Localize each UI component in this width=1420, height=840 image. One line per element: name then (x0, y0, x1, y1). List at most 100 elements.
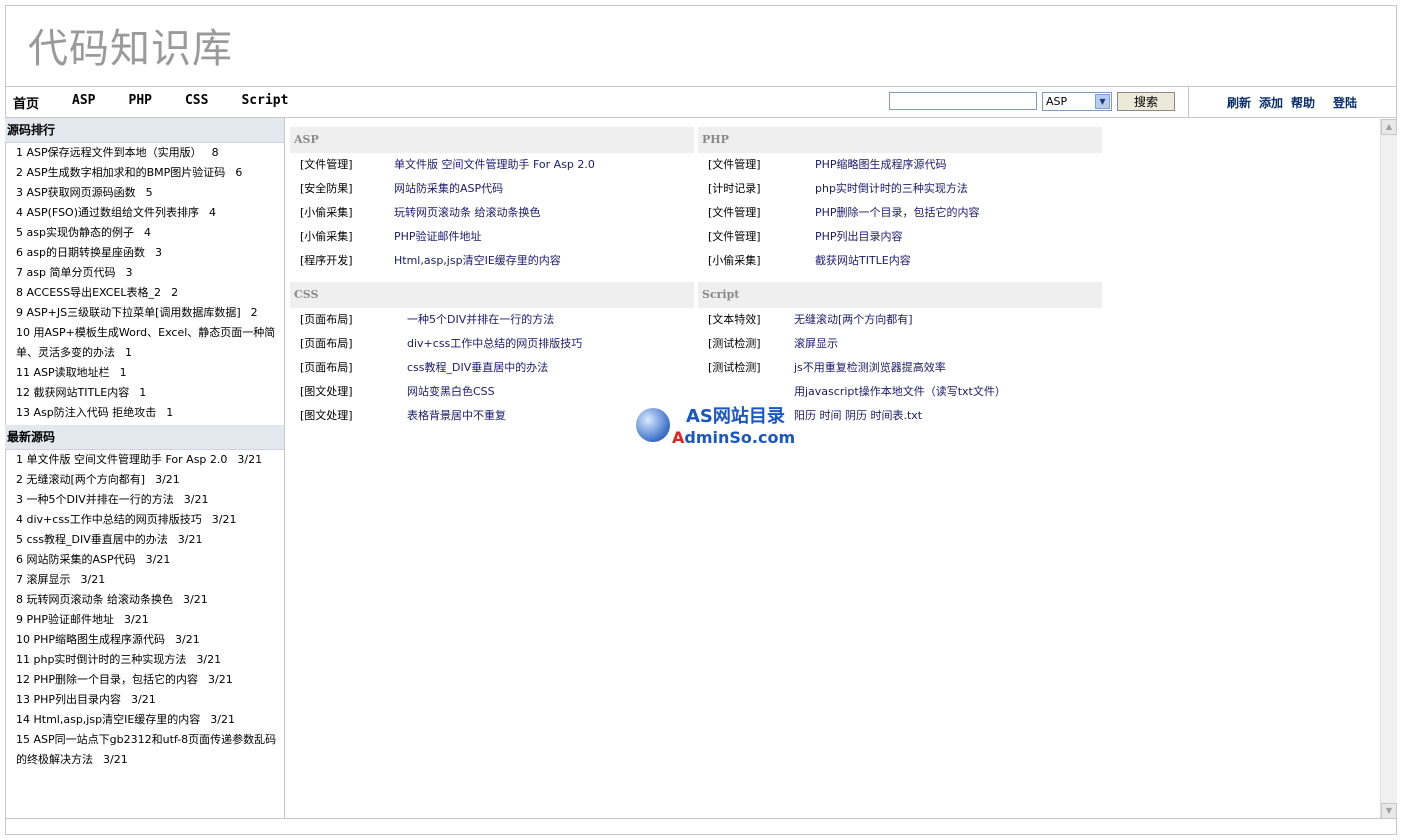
item-title[interactable]: 滚屏显示 (27, 573, 71, 586)
item-title[interactable]: ASP(FSO)通过数组给文件列表排序 (27, 206, 200, 219)
row-title[interactable]: js不用重复检测浏览器提高效率 (794, 356, 946, 380)
add-link[interactable]: 添加 (1259, 94, 1283, 111)
row-title[interactable]: 截获网站TITLE内容 (815, 249, 911, 273)
item-title[interactable]: Html,asp,jsp清空IE缓存里的内容 (34, 713, 201, 726)
row-title[interactable]: 滚屏显示 (794, 332, 838, 356)
nav-home[interactable]: 首页 (13, 97, 39, 112)
search-category-select[interactable]: ASP ▼ (1042, 92, 1112, 111)
item-title[interactable]: css教程_DIV垂直居中的办法 (27, 533, 168, 546)
item-title[interactable]: PHP列出目录内容 (34, 693, 122, 706)
item-title[interactable]: 单文件版 空间文件管理助手 For Asp 2.0 (27, 453, 228, 466)
item-title[interactable]: 截获网站TITLE内容 (34, 386, 130, 399)
row-category[interactable]: [计时记录] (708, 177, 761, 201)
row-category[interactable]: [文件管理] (708, 225, 761, 249)
row-category[interactable]: [测试检测] (708, 356, 761, 380)
list-item[interactable]: 13 PHP列出目录内容 3/21 (16, 690, 280, 710)
list-item[interactable]: 9 PHP验证邮件地址 3/21 (16, 610, 280, 630)
item-title[interactable]: ASP获取网页源码函数 (27, 186, 136, 199)
list-item[interactable]: 8 ACCESS导出EXCEL表格_2 2 (16, 283, 280, 303)
item-title[interactable]: asp的日期转换星座函数 (27, 246, 145, 259)
row-title[interactable]: css教程_DIV垂直居中的办法 (407, 356, 548, 380)
item-title[interactable]: ASP+JS三级联动下拉菜单[调用数据库数据] (27, 306, 241, 319)
nav-css[interactable]: CSS (185, 93, 208, 108)
list-item[interactable]: 12 PHP删除一个目录，包括它的内容 3/21 (16, 670, 280, 690)
row-title[interactable]: 一种5个DIV并排在一行的方法 (407, 308, 554, 332)
list-item[interactable]: 10 PHP缩略图生成程序源代码 3/21 (16, 630, 280, 650)
nav-asp[interactable]: ASP (72, 93, 95, 108)
list-item[interactable]: 4 div+css工作中总结的网页排版技巧 3/21 (16, 510, 280, 530)
item-title[interactable]: 用ASP+模板生成Word、Excel、静态页面一种简单、灵活多变的办法 (16, 326, 275, 359)
row-title[interactable]: div+css工作中总结的网页排版技巧 (407, 332, 582, 356)
list-item[interactable]: 2 ASP生成数字相加求和的BMP图片验证码 6 (16, 163, 280, 183)
row-title[interactable]: 表格背景居中不重复 (407, 404, 506, 428)
list-item[interactable]: 14 Html,asp,jsp清空IE缓存里的内容 3/21 (16, 710, 280, 730)
item-title[interactable]: ASP保存远程文件到本地（实用版） (27, 146, 202, 159)
list-item[interactable]: 11 ASP读取地址栏 1 (16, 363, 280, 383)
row-category[interactable]: [小偷采集] (300, 201, 353, 225)
list-item[interactable]: 5 css教程_DIV垂直居中的办法 3/21 (16, 530, 280, 550)
item-title[interactable]: php实时倒计时的三种实现方法 (34, 653, 187, 666)
row-category[interactable]: [小偷采集] (300, 225, 353, 249)
row-category[interactable]: [文本特效] (708, 308, 761, 332)
row-title[interactable]: PHP缩略图生成程序源代码 (815, 153, 947, 177)
item-title[interactable]: ASP同一站点下gb2312和utf-8页面传递参数乱码的终极解决方法 (16, 733, 276, 766)
row-title[interactable]: PHP验证邮件地址 (394, 225, 482, 249)
item-title[interactable]: Asp防注入代码 拒绝攻击 (34, 406, 157, 419)
item-title[interactable]: asp实现伪静态的例子 (27, 226, 134, 239)
item-title[interactable]: asp 简单分页代码 (27, 266, 116, 279)
item-title[interactable]: 玩转网页滚动条 给滚动条换色 (27, 593, 174, 606)
row-title[interactable]: Html,asp,jsp清空IE缓存里的内容 (394, 249, 561, 273)
list-item[interactable]: 7 asp 简单分页代码 3 (16, 263, 280, 283)
row-title[interactable]: php实时倒计时的三种实现方法 (815, 177, 968, 201)
list-item[interactable]: 9 ASP+JS三级联动下拉菜单[调用数据库数据] 2 (16, 303, 280, 323)
list-item[interactable]: 2 无缝滚动[两个方向都有] 3/21 (16, 470, 280, 490)
item-title[interactable]: 网站防采集的ASP代码 (27, 553, 136, 566)
row-category[interactable]: [小偷采集] (708, 249, 761, 273)
item-title[interactable]: PHP缩略图生成程序源代码 (34, 633, 166, 646)
list-item[interactable]: 4 ASP(FSO)通过数组给文件列表排序 4 (16, 203, 280, 223)
list-item[interactable]: 6 网站防采集的ASP代码 3/21 (16, 550, 280, 570)
list-item[interactable]: 1 单文件版 空间文件管理助手 For Asp 2.0 3/21 (16, 450, 280, 470)
vertical-scrollbar[interactable]: ▲ ▼ (1380, 119, 1397, 819)
help-link[interactable]: 帮助 (1291, 94, 1315, 111)
row-category[interactable]: [页面布局] (300, 356, 353, 380)
nav-php[interactable]: PHP (129, 93, 152, 108)
row-title[interactable]: PHP删除一个目录，包括它的内容 (815, 201, 980, 225)
list-item[interactable]: 15 ASP同一站点下gb2312和utf-8页面传递参数乱码的终极解决方法 3/… (16, 730, 280, 770)
item-title[interactable]: PHP验证邮件地址 (27, 613, 115, 626)
row-title[interactable]: 用javascript操作本地文件（读写txt文件） (794, 380, 1006, 404)
item-title[interactable]: 一种5个DIV并排在一行的方法 (27, 493, 174, 506)
list-item[interactable]: 3 一种5个DIV并排在一行的方法 3/21 (16, 490, 280, 510)
item-title[interactable]: 无缝滚动[两个方向都有] (27, 473, 146, 486)
row-title[interactable]: PHP列出目录内容 (815, 225, 903, 249)
row-title[interactable]: 玩转网页滚动条 给滚动条换色 (394, 201, 541, 225)
item-title[interactable]: ASP生成数字相加求和的BMP图片验证码 (27, 166, 226, 179)
row-title[interactable]: 网站变黑白色CSS (407, 380, 495, 404)
search-button[interactable]: 搜索 (1117, 92, 1175, 111)
row-title[interactable]: 无缝滚动[两个方向都有] (794, 308, 913, 332)
row-category[interactable]: [图文处理] (300, 380, 353, 404)
list-item[interactable]: 7 滚屏显示 3/21 (16, 570, 280, 590)
list-item[interactable]: 8 玩转网页滚动条 给滚动条换色 3/21 (16, 590, 280, 610)
nav-script[interactable]: Script (241, 93, 288, 108)
row-category[interactable]: [页面布局] (300, 332, 353, 356)
item-title[interactable]: div+css工作中总结的网页排版技巧 (27, 513, 202, 526)
list-item[interactable]: 12 截获网站TITLE内容 1 (16, 383, 280, 403)
login-link[interactable]: 登陆 (1333, 94, 1357, 111)
row-category[interactable]: [文件管理] (708, 201, 761, 225)
item-title[interactable]: ASP读取地址栏 (34, 366, 110, 379)
row-category[interactable]: [程序开发] (300, 249, 353, 273)
list-item[interactable]: 5 asp实现伪静态的例子 4 (16, 223, 280, 243)
row-category[interactable]: [图文处理] (300, 404, 353, 428)
list-item[interactable]: 3 ASP获取网页源码函数 5 (16, 183, 280, 203)
row-title[interactable]: 阳历 时间 阴历 时间表.txt (794, 404, 922, 428)
row-category[interactable]: [页面布局] (300, 308, 353, 332)
chevron-down-icon[interactable]: ▼ (1095, 94, 1110, 109)
scroll-down-icon[interactable]: ▼ (1381, 803, 1397, 819)
item-title[interactable]: PHP删除一个目录，包括它的内容 (34, 673, 199, 686)
list-item[interactable]: 6 asp的日期转换星座函数 3 (16, 243, 280, 263)
list-item[interactable]: 13 Asp防注入代码 拒绝攻击 1 (16, 403, 280, 423)
list-item[interactable]: 10 用ASP+模板生成Word、Excel、静态页面一种简单、灵活多变的办法 1 (16, 323, 280, 363)
search-input[interactable] (889, 92, 1037, 110)
row-title[interactable]: 单文件版 空间文件管理助手 For Asp 2.0 (394, 153, 595, 177)
